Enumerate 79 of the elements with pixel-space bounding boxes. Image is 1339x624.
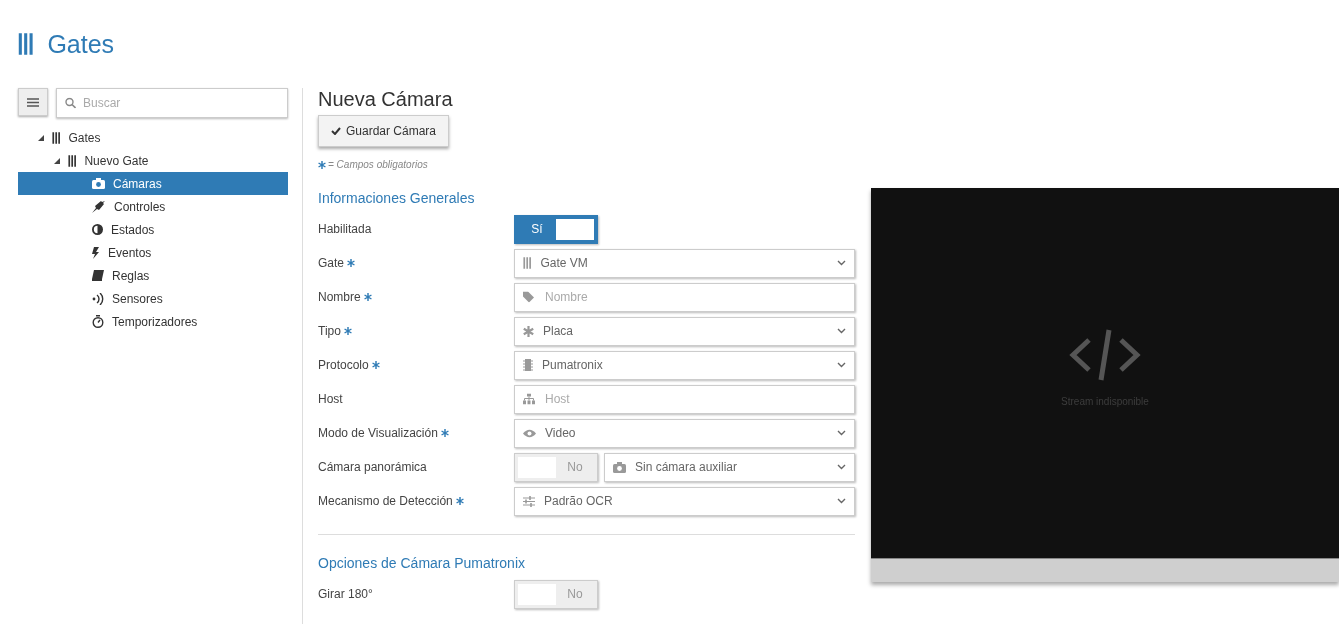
field-label: Modo de Visualización	[318, 426, 438, 440]
chevron-down-icon	[837, 464, 846, 470]
expand-icon[interactable]	[54, 157, 60, 164]
page-title: Gates	[47, 29, 115, 59]
gate-icon	[52, 131, 61, 144]
chevron-down-icon	[837, 430, 846, 436]
tree-item[interactable]: Controles	[18, 195, 288, 218]
tree-item[interactable]: Reglas	[18, 264, 288, 287]
select-field[interactable]: Video	[514, 418, 855, 448]
required-icon	[347, 259, 355, 267]
logo-icon	[18, 33, 34, 55]
tree-item[interactable]: Eventos	[18, 241, 288, 264]
tree-item[interactable]: Temporizadores	[18, 310, 288, 333]
tree-item[interactable]: Nuevo Gate	[18, 149, 288, 172]
list-icon	[27, 97, 39, 107]
tree-item[interactable]: Estados	[18, 218, 288, 241]
required-icon	[455, 497, 464, 505]
tree-toggle-button[interactable]	[18, 88, 48, 116]
tree-item-label: Eventos	[108, 245, 152, 260]
field-label: Cámara panorámica	[318, 460, 427, 474]
tree-item-label: Nuevo Gate	[84, 153, 149, 168]
tree-item-label: Reglas	[112, 268, 150, 283]
section-title: Informaciones Generales	[318, 190, 476, 206]
lightning-icon	[92, 246, 100, 259]
signal-icon	[92, 292, 104, 305]
camera-icon	[92, 178, 105, 189]
input-field[interactable]: Host	[514, 384, 855, 414]
half-circle-icon	[92, 224, 103, 235]
stopwatch-icon	[92, 315, 104, 328]
field-label: Nombre	[318, 290, 361, 304]
camera-icon	[613, 461, 626, 473]
chevron-down-icon	[837, 362, 846, 368]
select-field[interactable]: Padrão OCR	[514, 486, 855, 516]
field-label: Habilitada	[318, 222, 372, 236]
field-label: Tipo	[318, 324, 341, 338]
required-icon	[440, 429, 449, 437]
select-field[interactable]: Placa	[514, 316, 855, 346]
plug-icon	[92, 200, 106, 213]
check-icon	[331, 127, 341, 135]
select-field[interactable]: Gate VM	[514, 248, 855, 278]
select-field[interactable]: Pumatronix	[514, 350, 855, 380]
tree-item[interactable]: Cámaras	[18, 172, 288, 195]
required-note: = Campos obligatorios	[328, 159, 428, 170]
code-icon	[1069, 328, 1141, 382]
input-field[interactable]: Nombre	[514, 282, 855, 312]
eye-icon	[523, 428, 536, 438]
required-icon	[343, 327, 352, 335]
tree-item-label: Controles	[114, 199, 166, 214]
tree-item-label: Gates	[68, 130, 101, 145]
tree-item-label: Cámaras	[113, 176, 162, 191]
required-icon	[363, 293, 372, 301]
select-field[interactable]: Sin cámara auxiliar	[604, 452, 855, 482]
form-title: Nueva Cámara	[318, 88, 454, 111]
chevron-down-icon	[837, 328, 846, 334]
search-field[interactable]: Buscar	[56, 88, 288, 118]
gate-icon	[523, 257, 532, 269]
tree-item-label: Sensores	[112, 291, 163, 306]
gate-icon	[68, 154, 77, 167]
toggle-switch[interactable]: Sí	[514, 214, 598, 244]
chip-icon	[523, 359, 533, 371]
field-label: Mecanismo de Detección	[318, 494, 453, 508]
tree-item-label: Temporizadores	[112, 314, 198, 329]
save-button[interactable]: Guardar Cámara	[318, 115, 450, 147]
sliders-icon	[523, 495, 535, 507]
required-icon	[318, 160, 326, 169]
tree-item[interactable]: Sensores	[18, 287, 288, 310]
required-icon	[371, 361, 380, 369]
expand-icon[interactable]	[38, 134, 44, 141]
asterisk-icon	[523, 325, 534, 337]
field-label: Protocolo	[318, 358, 369, 372]
chevron-down-icon	[837, 498, 846, 504]
section-title: Opciones de Cámara Pumatronix	[318, 555, 526, 571]
tree-item[interactable]: Gates	[18, 126, 288, 149]
field-label: Host	[318, 392, 343, 406]
field-label: Girar 180°	[318, 587, 373, 601]
book-icon	[92, 270, 104, 281]
tree-item-label: Estados	[111, 222, 155, 237]
chevron-down-icon	[837, 260, 846, 266]
field-label: Gate	[318, 256, 344, 270]
